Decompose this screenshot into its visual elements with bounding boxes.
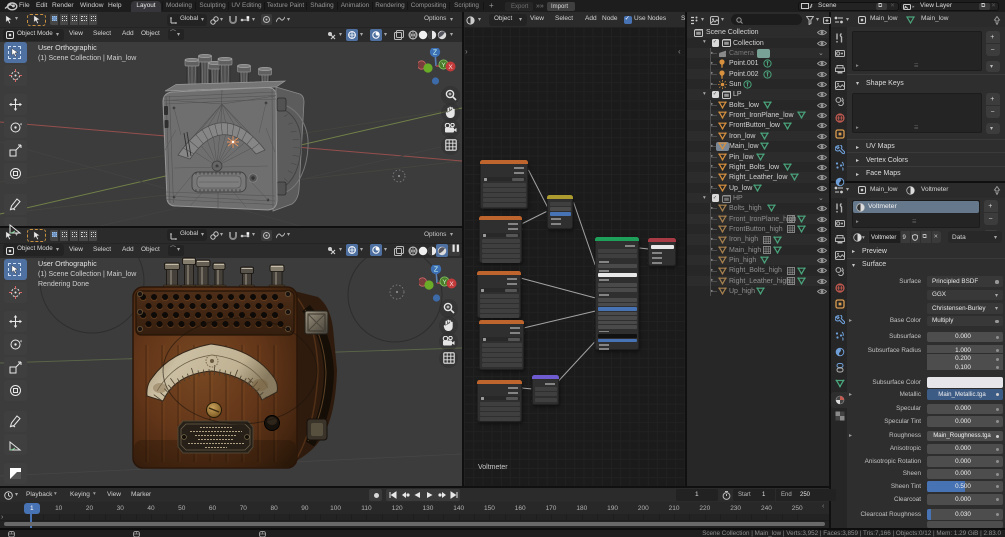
svg-text:Z: Z [434,267,439,274]
svg-text:Y: Y [442,279,447,286]
svg-text:Y: Y [441,62,446,69]
svg-text:X: X [448,64,453,71]
svg-text:X: X [449,281,454,288]
svg-text:Z: Z [433,50,438,57]
